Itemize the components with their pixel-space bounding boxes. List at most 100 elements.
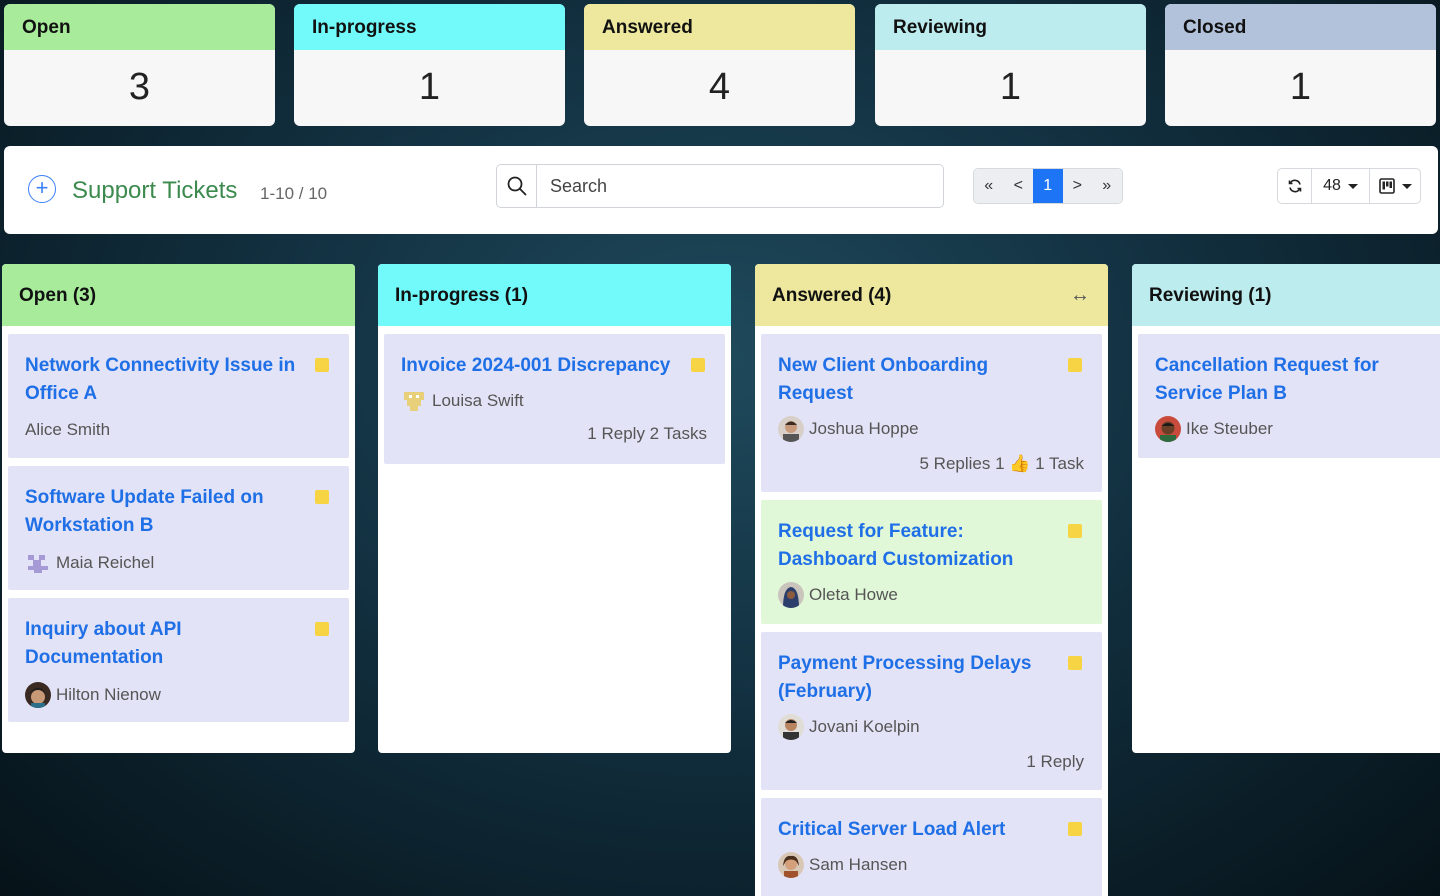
ticket-assignee: Alice Smith [25,420,110,440]
record-range: 1-10 / 10 [260,184,328,203]
column-answered: Answered (4) ↔ New Client Onboarding Req… [755,264,1108,896]
ticket-title[interactable]: Software Update Failed on Workstation B [25,484,305,540]
summary-card-open[interactable]: Open 3 [4,4,275,126]
summary-count: 4 [708,66,731,108]
refresh-button[interactable] [1278,169,1312,203]
priority-flag-icon [1068,822,1082,836]
summary-label: Open [4,4,275,50]
page-1-button[interactable]: 1 [1033,169,1063,203]
ticket-meta: 1 Reply [1026,752,1084,771]
ticket-assignee: Louisa Swift [401,388,524,414]
search-icon[interactable] [497,165,537,207]
column-header: Answered (4) ↔ [755,264,1108,326]
page-size-value: 48 [1323,177,1341,194]
ticket-assignee: Hilton Nienow [25,682,161,708]
column-header: In-progress (1) [378,264,731,326]
avatar [1155,416,1181,442]
first-page-button[interactable]: « [974,169,1004,203]
ticket-card[interactable]: Critical Server Load Alert Sam Hansen [761,798,1102,896]
avatar [401,388,427,414]
summary-label: Closed [1165,4,1436,50]
ticket-title[interactable]: Invoice 2024-001 Discrepancy [401,352,691,380]
expand-column-icon[interactable]: ↔ [1070,284,1090,307]
avatar [25,682,51,708]
ticket-title[interactable]: Cancellation Request for Service Plan B [1155,352,1435,408]
last-page-button[interactable]: » [1092,169,1122,203]
ticket-assignee: Sam Hansen [778,852,907,878]
priority-flag-icon [1068,656,1082,670]
assignee-name: Hilton Nienow [56,685,161,704]
ticket-card[interactable]: Network Connectivity Issue in Office A A… [8,334,349,458]
page-size-select[interactable]: 48 [1312,169,1370,203]
ticket-assignee: Joshua Hoppe [778,416,919,442]
summary-card-answered[interactable]: Answered 4 [584,4,855,126]
view-mode-select[interactable] [1370,169,1420,203]
ticket-assignee: Maia Reichel [25,550,154,576]
column-header: Open (3) [2,264,355,326]
avatar [25,550,51,576]
chevron-down-icon [1347,183,1358,189]
assignee-name: Joshua Hoppe [809,419,919,438]
assignee-name: Oleta Howe [809,585,898,604]
summary-label: Answered [584,4,855,50]
kanban-icon [1378,178,1395,194]
ticket-title[interactable]: Network Connectivity Issue in Office A [25,352,305,408]
ticket-title[interactable]: Critical Server Load Alert [778,816,1058,844]
search-input[interactable] [538,165,938,207]
avatar [778,714,804,740]
next-page-button[interactable]: > [1062,169,1092,203]
assignee-name: Maia Reichel [56,553,155,572]
summary-count: 3 [128,66,151,108]
column-open: Open (3) Network Connectivity Issue in O… [2,264,355,753]
avatar [778,416,804,442]
view-controls: 48 [1277,168,1421,204]
ticket-assignee: Ike Steuber [1155,416,1273,442]
ticket-title[interactable]: Request for Feature: Dashboard Customiza… [778,518,1058,574]
ticket-assignee: Oleta Howe [778,582,898,608]
column-in-progress: In-progress (1) Invoice 2024-001 Discrep… [378,264,731,753]
avatar [778,852,804,878]
refresh-icon [1288,179,1301,193]
pagination: « < 1 > » [973,168,1123,204]
ticket-title[interactable]: Inquiry about API Documentation [25,616,305,672]
assignee-name: Jovani Koelpin [809,717,920,736]
ticket-card[interactable]: Cancellation Request for Service Plan B … [1138,334,1440,458]
assignee-name: Louisa Swift [432,391,524,410]
ticket-meta: 1 Reply 2 Tasks [587,424,707,443]
page-title: Support Tickets [72,177,238,204]
summary-card-in-progress[interactable]: In-progress 1 [294,4,565,126]
priority-flag-icon [315,490,329,504]
chevron-down-icon [1401,183,1412,189]
summary-count: 1 [999,66,1022,108]
priority-flag-icon [1068,524,1082,538]
ticket-card[interactable]: Request for Feature: Dashboard Customiza… [761,500,1102,624]
ticket-card[interactable]: Inquiry about API Documentation Hilton N… [8,598,349,722]
ticket-card[interactable]: Payment Processing Delays (February) Jov… [761,632,1102,790]
ticket-assignee: Jovani Koelpin [778,714,920,740]
summary-count: 1 [1289,66,1312,108]
summary-label: Reviewing [875,4,1146,50]
priority-flag-icon [1068,358,1082,372]
avatar [778,582,804,608]
assignee-name: Alice Smith [25,420,111,439]
ticket-title[interactable]: New Client Onboarding Request [778,352,1058,408]
toolbar: + Support Tickets 1-10 / 10 « < 1 > » 48 [4,146,1438,234]
search-box [496,164,944,208]
summary-card-closed[interactable]: Closed 1 [1165,4,1436,126]
priority-flag-icon [315,358,329,372]
column-title: Answered (4) [772,285,892,306]
ticket-card[interactable]: Invoice 2024-001 Discrepancy Louisa Swif… [384,334,725,464]
priority-flag-icon [315,622,329,636]
summary-count: 1 [418,66,441,108]
ticket-card[interactable]: Software Update Failed on Workstation B … [8,466,349,590]
assignee-name: Sam Hansen [809,855,908,874]
summary-card-reviewing[interactable]: Reviewing 1 [875,4,1146,126]
ticket-card[interactable]: New Client Onboarding Request Joshua Hop… [761,334,1102,492]
column-reviewing: Reviewing (1) Cancellation Request for S… [1132,264,1440,753]
assignee-name: Ike Steuber [1186,419,1273,438]
prev-page-button[interactable]: < [1003,169,1033,203]
column-header: Reviewing (1) [1132,264,1440,326]
priority-flag-icon [691,358,705,372]
add-ticket-button[interactable]: + [28,175,56,203]
ticket-title[interactable]: Payment Processing Delays (February) [778,650,1058,706]
